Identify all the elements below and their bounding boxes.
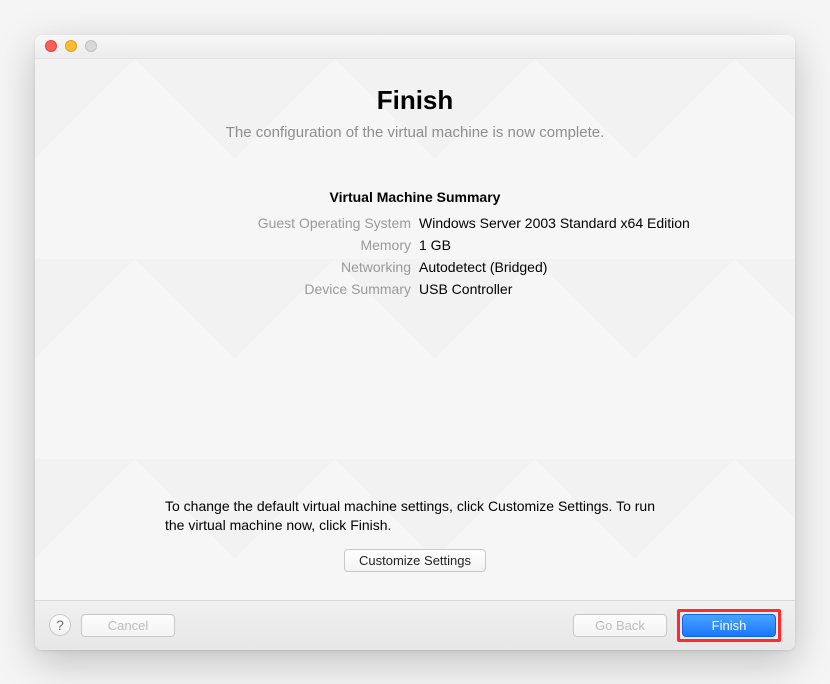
summary-value-memory: 1 GB xyxy=(419,237,705,253)
dialog-content: Finish The configuration of the virtual … xyxy=(35,59,795,600)
page-subtitle: The configuration of the virtual machine… xyxy=(65,124,765,141)
cancel-button[interactable]: Cancel xyxy=(81,614,175,637)
close-window-icon[interactable] xyxy=(45,40,57,52)
dialog-window: Finish The configuration of the virtual … xyxy=(35,35,795,650)
finish-highlight: Finish xyxy=(677,609,781,642)
summary-value-os: Windows Server 2003 Standard x64 Edition xyxy=(419,215,705,231)
summary-value-device: USB Controller xyxy=(419,281,705,297)
go-back-button[interactable]: Go Back xyxy=(573,614,667,637)
vm-summary-grid: Guest Operating System Windows Server 20… xyxy=(125,215,705,297)
help-icon: ? xyxy=(56,617,64,633)
customize-settings-button[interactable]: Customize Settings xyxy=(344,549,486,572)
vm-summary-title: Virtual Machine Summary xyxy=(65,189,765,205)
summary-value-networking: Autodetect (Bridged) xyxy=(419,259,705,275)
page-title: Finish xyxy=(65,85,765,116)
finish-button[interactable]: Finish xyxy=(682,614,776,637)
summary-label-device: Device Summary xyxy=(125,281,411,297)
summary-label-memory: Memory xyxy=(125,237,411,253)
customize-wrap: Customize Settings xyxy=(65,549,765,572)
help-button[interactable]: ? xyxy=(49,614,71,636)
vm-summary: Virtual Machine Summary Guest Operating … xyxy=(65,189,765,297)
spacer xyxy=(65,297,765,497)
summary-label-os: Guest Operating System xyxy=(125,215,411,231)
titlebar xyxy=(35,35,795,59)
instruction-text: To change the default virtual machine se… xyxy=(165,497,665,535)
zoom-window-icon xyxy=(85,40,97,52)
dialog-footer: ? Cancel Go Back Finish xyxy=(35,600,795,650)
summary-label-networking: Networking xyxy=(125,259,411,275)
minimize-window-icon[interactable] xyxy=(65,40,77,52)
